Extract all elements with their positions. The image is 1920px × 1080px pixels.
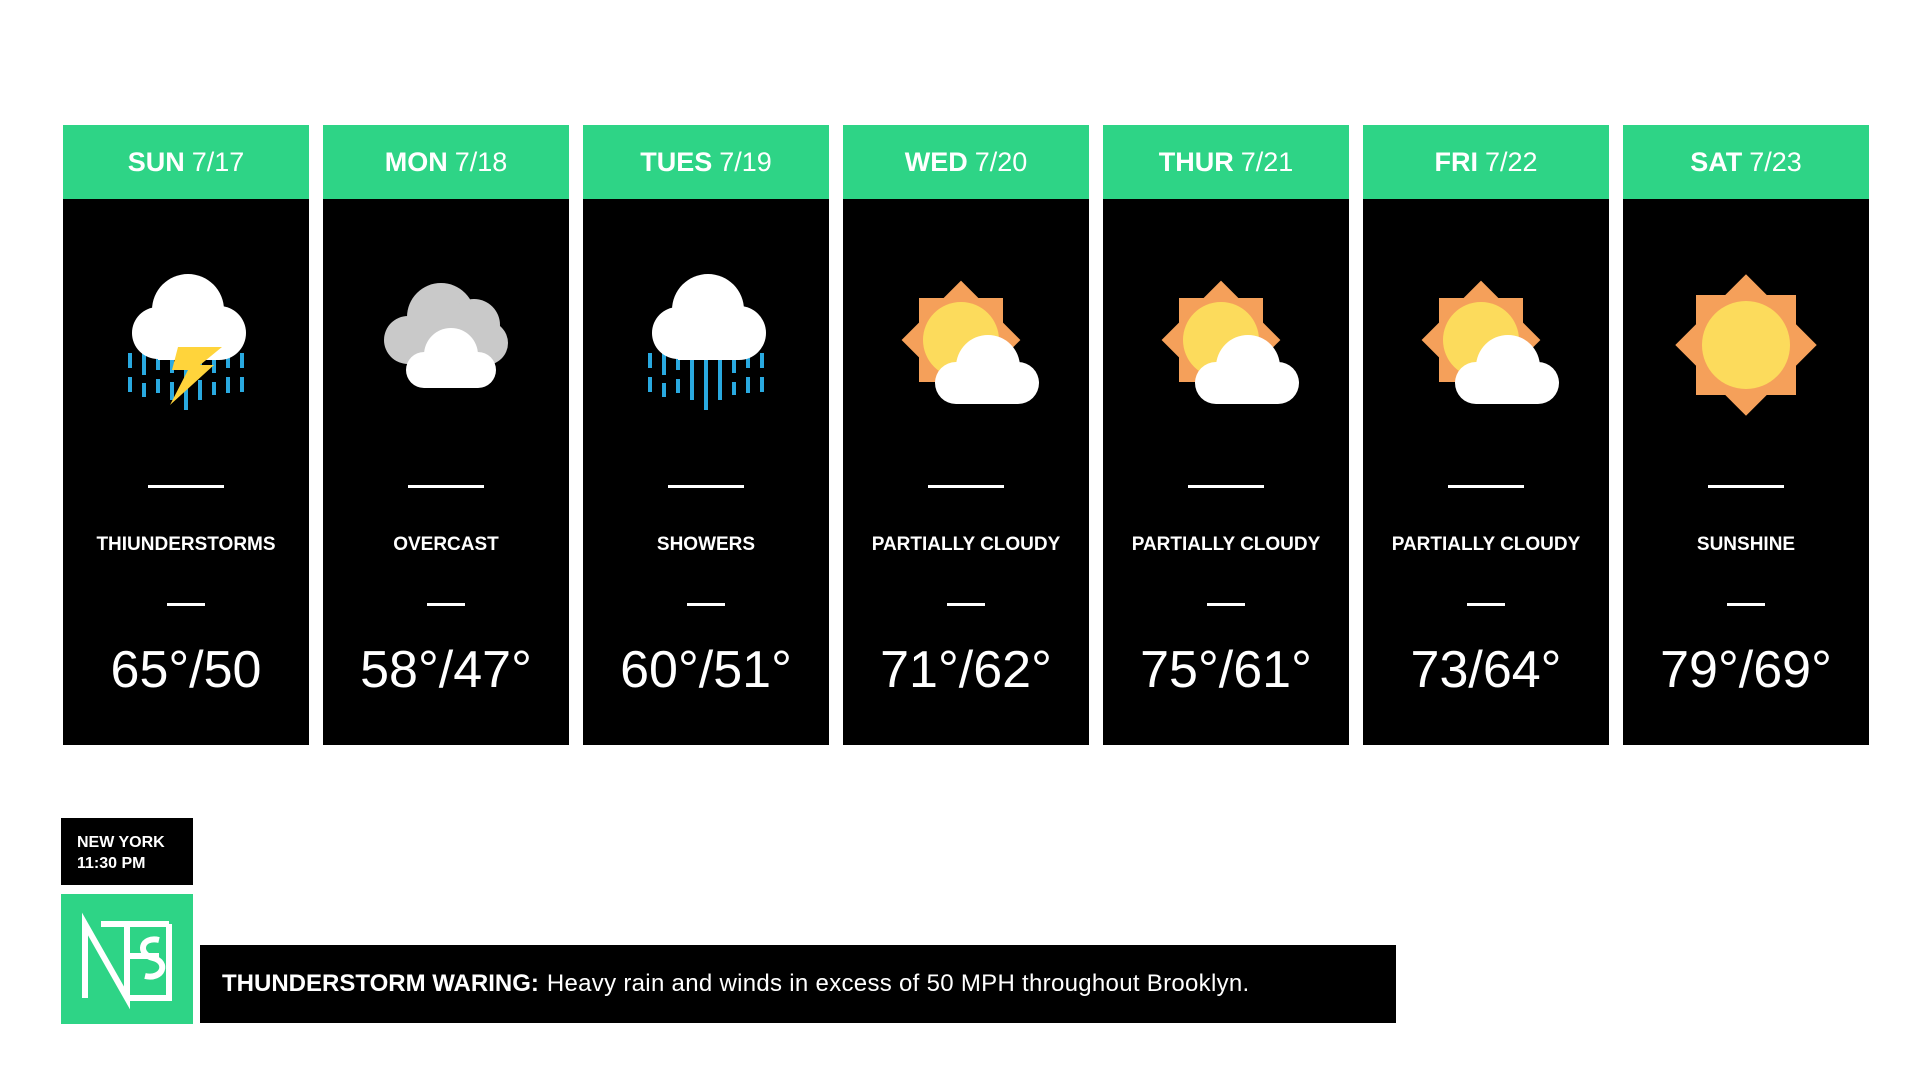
day-header: TUES 7/19 [583,125,829,199]
temperature: 79°/69° [1660,641,1832,699]
day-name: FRI [1434,146,1478,177]
divider [668,485,744,488]
day-name: SUN [127,146,185,177]
temperature: 71°/62° [880,641,1052,699]
day-name: SAT [1690,146,1743,177]
day-date: 7/20 [974,146,1028,177]
day-header: MON 7/18 [323,125,569,199]
day-card-fri: FRI 7/22 PARTIALLY CLOUDY 73/64° [1363,125,1609,745]
temperature: 65°/50 [110,641,262,699]
day-card-wed: WED 7/20 PARTIALLY CLOUDY 71°/62° [843,125,1089,745]
day-card-sat: SAT 7/23 SUNSHINE 79°/69° [1623,125,1869,745]
location-city: NEW YORK [77,834,165,851]
day-name: TUES [640,146,713,177]
divider [947,603,985,606]
temperature: 75°/61° [1140,641,1312,699]
location-time-box: NEW YORK 11:30 PM [61,818,193,885]
divider [687,603,725,606]
day-date: 7/18 [454,146,508,177]
divider [1727,603,1765,606]
divider [408,485,484,488]
alert-text: Heavy rain and winds in excess of 50 MPH… [546,970,1250,997]
day-card-tues: TUES 7/19 SHOWERS 60°/51° [583,125,829,745]
condition-label: SUNSHINE [1696,533,1796,555]
day-card-sun: SUN 7/17 THIUNDERSTORMS 65°/50 [63,125,309,745]
condition-label: PARTIALLY CLOUDY [871,533,1061,555]
showers-icon [648,274,766,410]
divider [167,603,205,606]
day-date: 7/23 [1749,146,1802,177]
alert-ticker: THUNDERSTORM WARING: Heavy rain and wind… [200,945,1396,1023]
day-card-mon: MON 7/18 OVERCAST 58°/47° [323,125,569,745]
temperature: 73/64° [1410,641,1562,699]
condition-label: PARTIALLY CLOUDY [1131,533,1321,555]
forecast-row: SUN 7/17 THIUNDERSTORMS 65°/50 MON 7/18 … [63,125,1869,745]
sunshine-icon [1675,274,1817,416]
partly-cloudy-icon [1161,280,1299,404]
day-date: 7/21 [1240,146,1294,177]
condition-label: PARTIALLY CLOUDY [1391,533,1581,555]
day-date: 7/22 [1484,146,1538,177]
overcast-icon [384,283,508,388]
day-card-thur: THUR 7/21 PARTIALLY CLOUDY 75°/61° [1103,125,1349,745]
day-header: SAT 7/23 [1623,125,1869,199]
divider [1708,485,1784,488]
temperature: 60°/51° [620,641,792,699]
condition-label: OVERCAST [393,533,499,555]
divider [1467,603,1505,606]
partly-cloudy-icon [901,280,1039,404]
day-date: 7/17 [191,146,245,177]
day-header: THUR 7/21 [1103,125,1349,199]
day-name: WED [904,146,968,177]
network-logo-icon [82,912,172,1010]
day-date: 7/19 [719,146,772,177]
divider [427,603,465,606]
divider [148,485,224,488]
day-header: FRI 7/22 [1363,125,1609,199]
day-header: WED 7/20 [843,125,1089,199]
thunderstorm-icon [128,274,246,410]
day-name: MON [384,146,448,177]
temperature: 58°/47° [360,641,532,699]
partly-cloudy-icon [1421,280,1559,404]
network-logo [61,894,193,1024]
day-name: THUR [1158,146,1234,177]
divider [928,485,1004,488]
day-header: SUN 7/17 [63,125,309,199]
divider [1448,485,1524,488]
alert-label: THUNDERSTORM WARING: [222,970,539,997]
divider [1207,603,1245,606]
divider [1188,485,1264,488]
condition-label: SHOWERS [656,533,756,555]
location-time: 11:30 PM [77,855,146,872]
condition-label: THIUNDERSTORMS [96,533,276,555]
